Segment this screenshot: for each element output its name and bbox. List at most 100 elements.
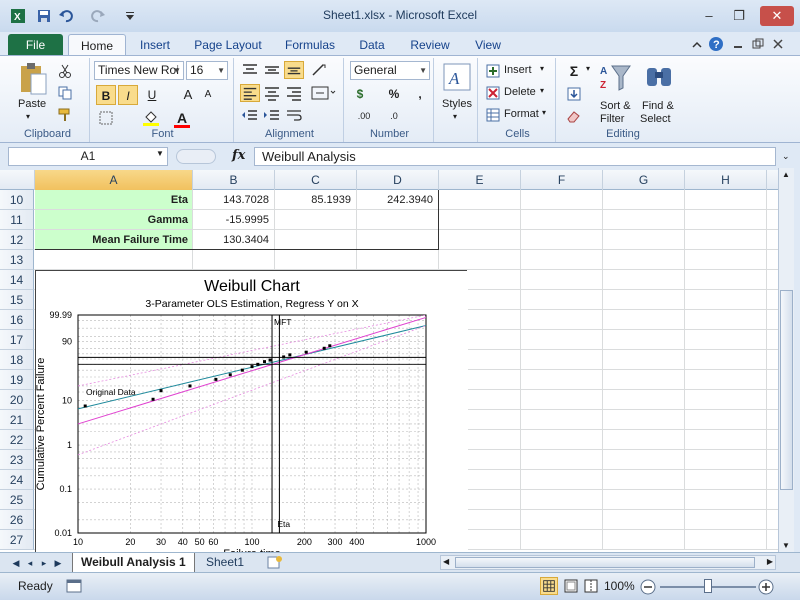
- row-header-20[interactable]: 20: [0, 390, 34, 410]
- normal-view-icon[interactable]: [540, 577, 558, 595]
- macro-recording-icon[interactable]: [66, 578, 82, 594]
- expand-formula-icon[interactable]: ⌄: [782, 151, 790, 162]
- underline-button[interactable]: U: [142, 85, 162, 105]
- tab-insert[interactable]: Insert: [132, 36, 178, 56]
- align-right-icon[interactable]: [284, 84, 304, 102]
- doc-restore-icon[interactable]: [752, 38, 764, 50]
- comma-button[interactable]: ,: [410, 84, 430, 104]
- zoom-slider-thumb[interactable]: [704, 579, 712, 593]
- row-header-10[interactable]: 10: [0, 190, 34, 210]
- grow-font-button[interactable]: A: [178, 85, 198, 105]
- format-painter-icon[interactable]: [58, 108, 72, 122]
- currency-button[interactable]: $: [350, 84, 370, 104]
- first-sheet-icon[interactable]: ◀: [10, 556, 22, 570]
- bold-button[interactable]: B: [96, 85, 116, 105]
- scroll-down-icon[interactable]: ▼: [782, 541, 790, 550]
- fill-color-icon[interactable]: [142, 108, 160, 126]
- column-header-d[interactable]: D: [357, 170, 439, 190]
- row-header-19[interactable]: 19: [0, 370, 34, 390]
- weibull-chart[interactable]: Weibull Chart 3-Parameter OLS Estimation,…: [35, 270, 468, 552]
- align-left-icon[interactable]: [240, 84, 260, 102]
- vertical-scrollbar[interactable]: ▲ ▼: [778, 168, 794, 552]
- row-header-16[interactable]: 16: [0, 310, 34, 330]
- cut-icon[interactable]: [58, 64, 72, 78]
- styles-icon[interactable]: A: [442, 62, 472, 92]
- align-center-icon[interactable]: [262, 84, 282, 102]
- row-header-26[interactable]: 26: [0, 510, 34, 530]
- sort-filter-line1[interactable]: Sort &: [600, 100, 631, 112]
- row-header-14[interactable]: 14: [0, 270, 34, 290]
- column-header-e[interactable]: E: [439, 170, 521, 190]
- increase-decimal-button[interactable]: .00: [350, 106, 378, 126]
- row-header-12[interactable]: 12: [0, 230, 34, 250]
- select-all-corner[interactable]: [0, 170, 35, 190]
- tab-file[interactable]: File: [8, 34, 63, 56]
- align-bottom-icon[interactable]: [284, 61, 304, 79]
- row-header-13[interactable]: 13: [0, 250, 34, 270]
- find-select-line1[interactable]: Find &: [642, 100, 674, 112]
- number-format-combo[interactable]: General ▼: [350, 61, 430, 80]
- close-button[interactable]: ✕: [760, 6, 794, 26]
- name-box[interactable]: A1: [8, 147, 168, 166]
- increase-indent-icon[interactable]: [262, 108, 282, 124]
- prev-sheet-icon[interactable]: ◂: [24, 556, 36, 570]
- paste-button[interactable]: Paste: [18, 98, 46, 110]
- page-layout-view-icon[interactable]: [562, 577, 580, 595]
- sheet-tab-sheet1[interactable]: Sheet1: [198, 553, 252, 572]
- find-select-line2[interactable]: Select: [640, 113, 671, 125]
- sort-filter-icon[interactable]: AZ: [598, 62, 632, 94]
- row-header-15[interactable]: 15: [0, 290, 34, 310]
- tab-review[interactable]: Review: [402, 36, 458, 56]
- tab-view[interactable]: View: [466, 36, 510, 56]
- fill-icon[interactable]: [566, 86, 582, 102]
- format-cells-icon[interactable]: [486, 108, 500, 122]
- row-header-25[interactable]: 25: [0, 490, 34, 510]
- column-header-c[interactable]: C: [275, 170, 357, 190]
- zoom-in-icon[interactable]: [758, 579, 774, 595]
- row-header-22[interactable]: 22: [0, 430, 34, 450]
- minimize-ribbon-icon[interactable]: [690, 38, 704, 52]
- decrease-decimal-button[interactable]: .0: [380, 106, 408, 126]
- delete-button[interactable]: Delete: [504, 86, 536, 98]
- last-sheet-icon[interactable]: ▶: [52, 556, 64, 570]
- worksheet-grid[interactable]: ABCDEFGH 10 11 12 13 14 15 16 17 18 19 20 21 22 23 24 2…: [0, 170, 778, 552]
- column-header-b[interactable]: B: [193, 170, 275, 190]
- tab-data[interactable]: Data: [352, 36, 392, 56]
- column-header-f[interactable]: F: [521, 170, 603, 190]
- row-header-11[interactable]: 11: [0, 210, 34, 230]
- page-break-view-icon[interactable]: [582, 577, 600, 595]
- wrap-text-icon[interactable]: [284, 108, 304, 124]
- help-icon[interactable]: ?: [708, 36, 724, 52]
- font-name-combo[interactable]: Times New Roi ▼: [94, 61, 184, 80]
- find-select-icon[interactable]: [644, 62, 674, 94]
- insert-cells-icon[interactable]: [486, 64, 500, 78]
- row-header-21[interactable]: 21: [0, 410, 34, 430]
- clear-icon[interactable]: [566, 108, 582, 124]
- font-size-combo[interactable]: 16 ▼: [186, 61, 228, 80]
- minimize-button[interactable]: –: [696, 6, 722, 26]
- delete-cells-icon[interactable]: [486, 86, 500, 100]
- scroll-up-icon[interactable]: ▲: [782, 170, 790, 179]
- paste-icon[interactable]: [18, 62, 48, 96]
- borders-icon[interactable]: [98, 110, 114, 126]
- horizontal-scrollbar[interactable]: ◀ ▶: [440, 555, 776, 570]
- zoom-out-icon[interactable]: [640, 579, 656, 595]
- align-middle-icon[interactable]: [262, 62, 282, 78]
- row-header-17[interactable]: 17: [0, 330, 34, 350]
- column-header-h[interactable]: H: [685, 170, 767, 190]
- styles-button[interactable]: Styles: [442, 98, 472, 110]
- column-header-a[interactable]: A: [35, 170, 193, 190]
- horizontal-scroll-thumb[interactable]: [455, 557, 755, 568]
- percent-button[interactable]: %: [384, 84, 404, 104]
- tab-formulas[interactable]: Formulas: [278, 36, 342, 56]
- insert-sheet-icon[interactable]: [266, 555, 284, 570]
- row-header-18[interactable]: 18: [0, 350, 34, 370]
- align-top-icon[interactable]: [240, 62, 260, 78]
- scroll-left-icon[interactable]: ◀: [443, 557, 449, 566]
- column-header-g[interactable]: G: [603, 170, 685, 190]
- copy-icon[interactable]: [58, 86, 72, 100]
- row-header-27[interactable]: 27: [0, 530, 34, 550]
- row-header-23[interactable]: 23: [0, 450, 34, 470]
- merge-center-icon[interactable]: [310, 84, 336, 102]
- tab-page-layout[interactable]: Page Layout: [188, 36, 268, 56]
